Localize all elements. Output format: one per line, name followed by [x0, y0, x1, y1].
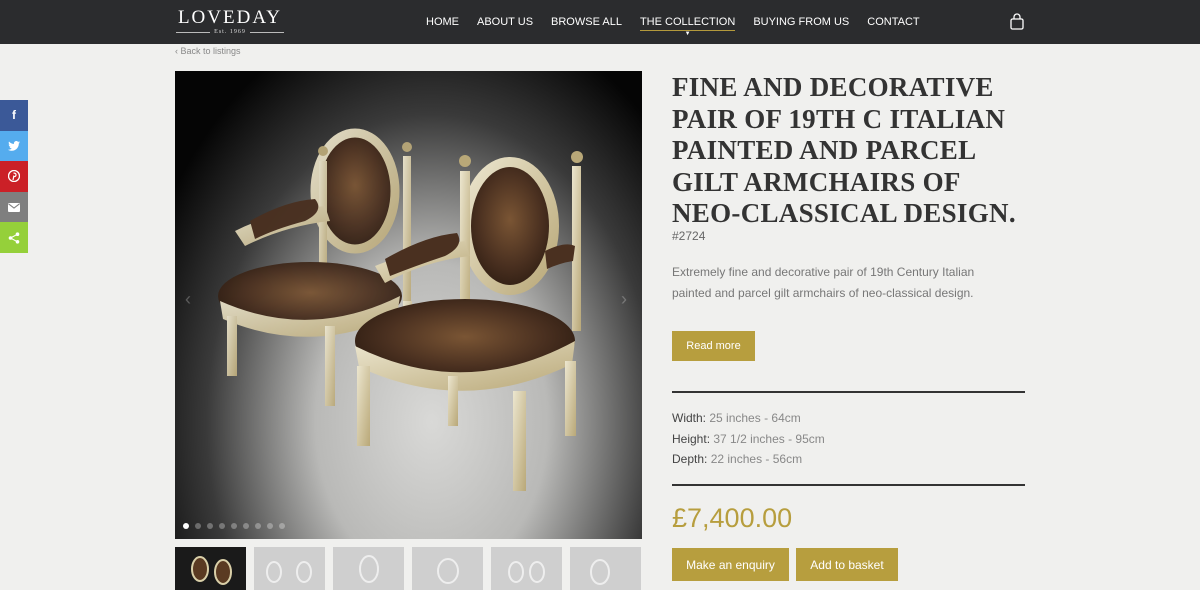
nav-home[interactable]: HOME: [426, 16, 459, 31]
make-enquiry-button[interactable]: Make an enquiry: [672, 548, 789, 581]
logo-est-text: Est. 1969: [214, 29, 246, 35]
dimension-label: Height:: [672, 431, 711, 446]
slide-indicators: [183, 523, 285, 529]
nav-about-us[interactable]: ABOUT US: [477, 16, 533, 31]
slide-dot[interactable]: [219, 523, 225, 529]
slide-dot[interactable]: [255, 523, 261, 529]
thumbnail[interactable]: [491, 547, 562, 590]
chevron-left-icon[interactable]: ‹: [185, 289, 191, 310]
dimension-label: Depth:: [672, 452, 708, 466]
product-title: FINE AND DECORATIVE PAIR OF 19TH C ITALI…: [672, 72, 1016, 228]
logo-est: Est. 1969: [175, 29, 285, 35]
divider: [672, 391, 1025, 393]
thumbnail[interactable]: [254, 547, 325, 590]
thumbnail-strip: [175, 547, 641, 590]
thumbnail[interactable]: [333, 547, 404, 590]
site-logo[interactable]: LOVEDAY Est. 1969: [175, 7, 285, 36]
twitter-icon[interactable]: [0, 130, 28, 162]
dimension-value: 37 1/2 inches - 95cm: [713, 431, 825, 446]
slide-dot[interactable]: [195, 523, 201, 529]
nav-the-collection[interactable]: THE COLLECTION ▼: [639, 16, 736, 37]
chevron-down-icon: ▼: [684, 31, 691, 37]
product-price: £7,400.00: [672, 503, 793, 533]
add-to-basket-button[interactable]: Add to basket: [796, 548, 898, 581]
logo-name: LOVEDAY: [177, 7, 283, 28]
email-icon[interactable]: [0, 191, 28, 223]
shopping-bag-icon[interactable]: [1010, 13, 1024, 30]
dimension-depth: Depth: 22 inches - 56cm: [672, 449, 825, 470]
dimension-label: Width:: [672, 411, 707, 425]
slide-dot[interactable]: [183, 523, 189, 529]
product-description: Extremely fine and decorative pair of 19…: [672, 265, 975, 300]
slide-dot[interactable]: [231, 523, 237, 529]
site-header: LOVEDAY Est. 1969 HOME ABOUT US BROWSE A…: [0, 0, 1200, 44]
dimension-height: Height: 37 1/2 inches - 95cm: [672, 429, 825, 450]
dimension-value: 22 inches - 56cm: [710, 452, 803, 466]
thumbnail[interactable]: [175, 547, 246, 590]
pinterest-icon[interactable]: [0, 161, 28, 192]
thumbnail[interactable]: [570, 547, 641, 590]
nav-browse-all[interactable]: BROWSE ALL: [551, 16, 622, 31]
product-reference: #2724: [672, 229, 706, 243]
armchairs-illustration: [218, 128, 583, 491]
share-icon[interactable]: [0, 222, 28, 253]
back-to-listings-link[interactable]: ‹ Back to listings: [175, 46, 241, 56]
slide-dot[interactable]: [279, 523, 285, 529]
read-more-button[interactable]: Read more: [672, 331, 755, 361]
slide-dot[interactable]: [207, 523, 213, 529]
main-nav: HOME ABOUT US BROWSE ALL THE COLLECTION ▼…: [426, 16, 920, 37]
dimensions: Width: 25 inches - 64cm Height: 37 1/2 i…: [672, 408, 825, 470]
slide-dot[interactable]: [243, 523, 249, 529]
nav-contact[interactable]: CONTACT: [867, 16, 919, 31]
dimension-value: 25 inches - 64cm: [709, 411, 801, 425]
chevron-right-icon[interactable]: ›: [621, 289, 627, 310]
dimension-width: Width: 25 inches - 64cm: [672, 408, 825, 429]
nav-the-collection-label: THE COLLECTION: [639, 16, 736, 28]
divider: [672, 484, 1025, 486]
nav-buying-from-us[interactable]: BUYING FROM US: [753, 16, 849, 31]
social-share-bar: f: [0, 100, 28, 253]
facebook-icon[interactable]: f: [0, 100, 28, 131]
thumbnail[interactable]: [412, 547, 483, 590]
slide-dot[interactable]: [267, 523, 273, 529]
product-main-image[interactable]: ‹ ›: [175, 71, 642, 539]
